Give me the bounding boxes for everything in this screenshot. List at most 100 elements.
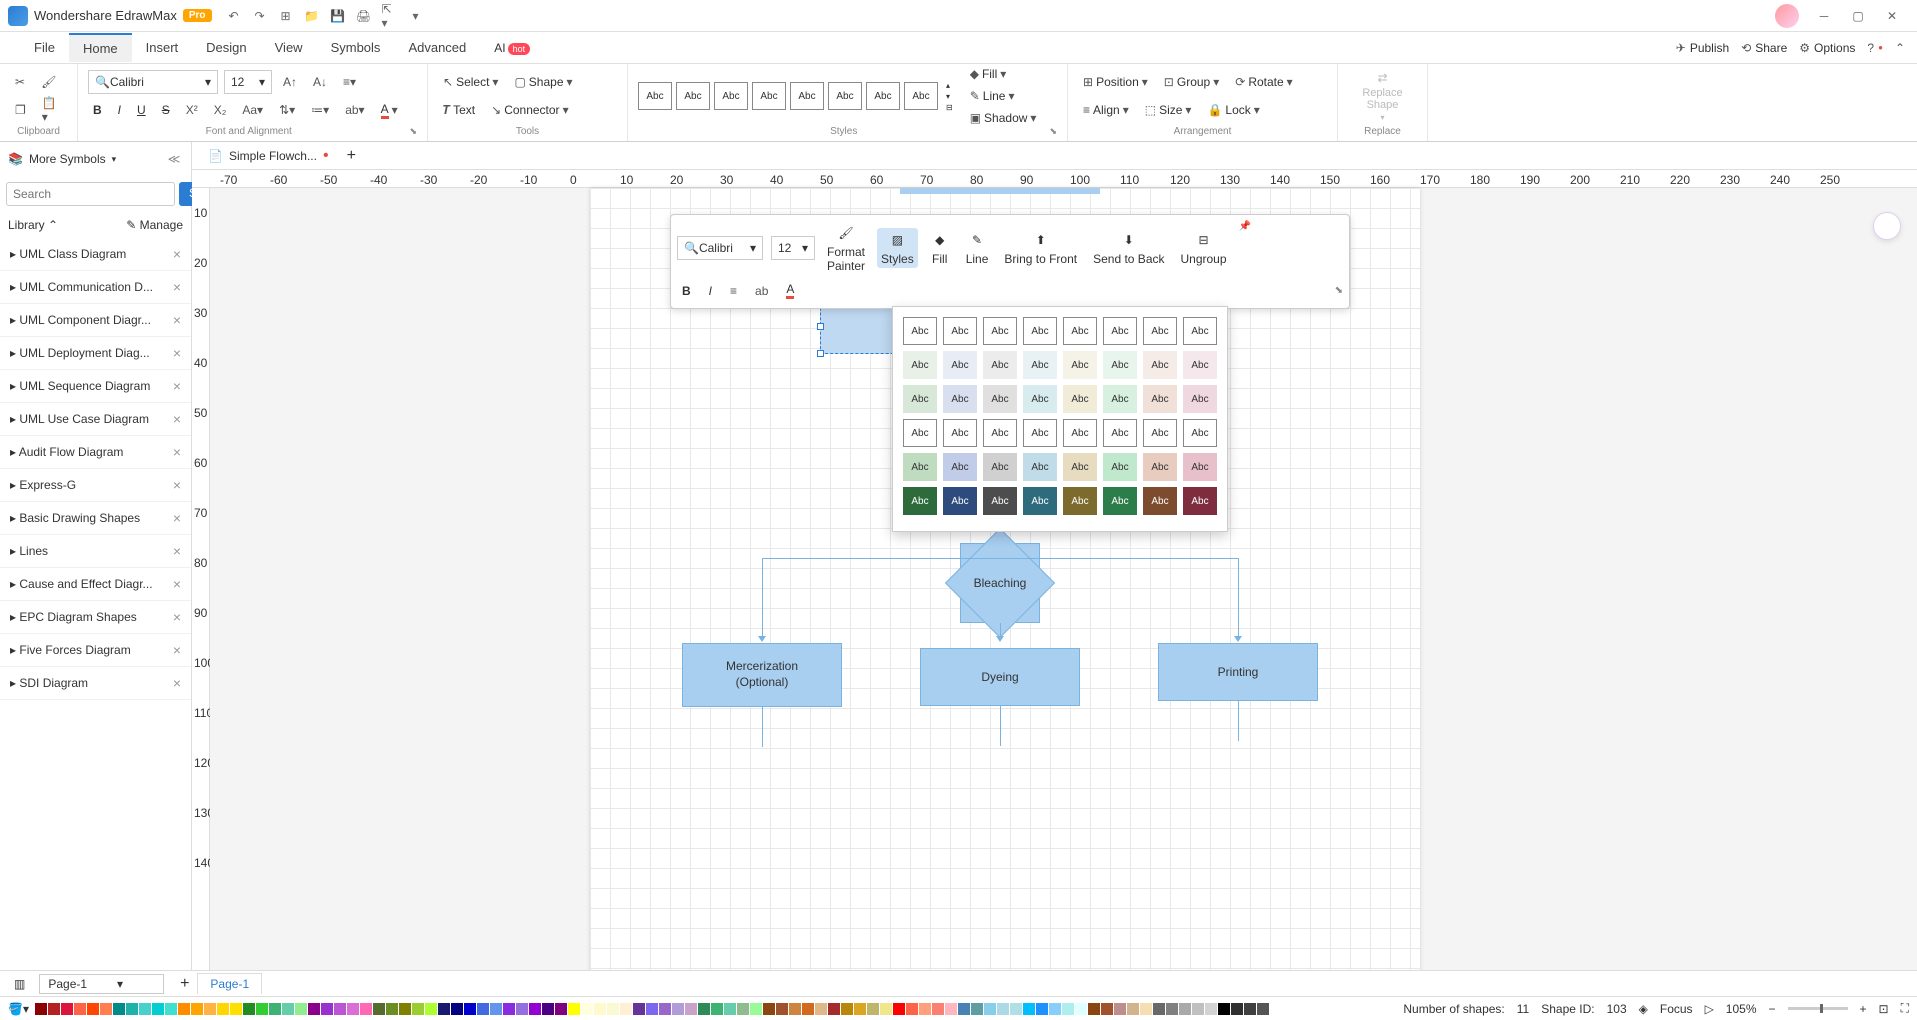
shape-dyeing[interactable]: Dyeing	[920, 648, 1080, 706]
case-icon[interactable]: Aa▾	[237, 100, 268, 120]
color-swatch[interactable]	[464, 1003, 476, 1015]
sidebar-item[interactable]: ▸ UML Communication D...×	[0, 271, 191, 304]
color-swatch[interactable]	[451, 1003, 463, 1015]
shape-mercerization[interactable]: Mercerization (Optional)	[682, 643, 842, 707]
color-swatch[interactable]	[74, 1003, 86, 1015]
fill-menu[interactable]: ◆ Fill ▾	[965, 64, 1042, 84]
color-swatch[interactable]	[984, 1003, 996, 1015]
close-library-icon[interactable]: ×	[173, 642, 181, 658]
sidebar-item[interactable]: ▸ Lines×	[0, 535, 191, 568]
color-swatch[interactable]	[815, 1003, 827, 1015]
color-swatch[interactable]	[1101, 1003, 1113, 1015]
style-option[interactable]: Abc	[903, 487, 937, 515]
undo-icon[interactable]: ↶	[226, 8, 242, 24]
color-swatch[interactable]	[1010, 1003, 1022, 1015]
color-swatch[interactable]	[568, 1003, 580, 1015]
style-option[interactable]: Abc	[1183, 453, 1217, 481]
underline-icon[interactable]: U	[132, 100, 151, 120]
close-library-icon[interactable]: ×	[173, 609, 181, 625]
style-option[interactable]: Abc	[1023, 453, 1057, 481]
color-swatch[interactable]	[295, 1003, 307, 1015]
color-swatch[interactable]	[347, 1003, 359, 1015]
color-swatch[interactable]	[48, 1003, 60, 1015]
bullets-icon[interactable]: ≔▾	[306, 100, 334, 120]
color-swatch[interactable]	[1192, 1003, 1204, 1015]
zoom-out-icon[interactable]: −	[1769, 1002, 1776, 1016]
line-spacing-icon[interactable]: ⇅▾	[274, 100, 300, 120]
size-menu[interactable]: ⬚ Size▾	[1140, 100, 1197, 120]
color-swatch[interactable]	[178, 1003, 190, 1015]
ft-pin-icon[interactable]: 📌	[1239, 221, 1251, 232]
ft-send-back[interactable]: ⬇Send to Back	[1089, 228, 1168, 268]
ft-highlight-icon[interactable]: ab	[750, 281, 773, 301]
style-option[interactable]: Abc	[1023, 385, 1057, 413]
style-option[interactable]: Abc	[983, 351, 1017, 379]
style-option[interactable]: Abc	[1023, 351, 1057, 379]
close-library-icon[interactable]: ×	[173, 444, 181, 460]
style-option[interactable]: Abc	[943, 351, 977, 379]
style-option[interactable]: Abc	[1103, 351, 1137, 379]
share-button[interactable]: ⟲ Share	[1741, 41, 1787, 55]
color-swatch[interactable]	[126, 1003, 138, 1015]
style-option[interactable]: Abc	[1143, 351, 1177, 379]
close-library-icon[interactable]: ×	[173, 378, 181, 394]
italic-icon[interactable]: I	[113, 100, 126, 120]
color-swatch[interactable]	[113, 1003, 125, 1015]
color-swatch[interactable]	[1127, 1003, 1139, 1015]
ft-format-painter[interactable]: 🖌Format Painter	[823, 221, 869, 275]
ft-font-select[interactable]: 🔍 Calibri▾	[677, 236, 763, 260]
menu-view[interactable]: View	[261, 34, 317, 61]
color-swatch[interactable]	[1062, 1003, 1074, 1015]
help-bubble-icon[interactable]	[1873, 212, 1901, 240]
close-icon[interactable]: ✕	[1875, 4, 1909, 28]
color-swatch[interactable]	[256, 1003, 268, 1015]
color-swatch[interactable]	[308, 1003, 320, 1015]
color-swatch[interactable]	[282, 1003, 294, 1015]
focus-button[interactable]: Focus	[1660, 1002, 1693, 1016]
color-swatch[interactable]	[1205, 1003, 1217, 1015]
menu-advanced[interactable]: Advanced	[394, 34, 480, 61]
close-library-icon[interactable]: ×	[173, 543, 181, 559]
canvas[interactable]: Fabric Bleaching	[210, 188, 1917, 996]
color-swatch[interactable]	[919, 1003, 931, 1015]
style-option[interactable]: Abc	[1103, 453, 1137, 481]
replace-shape-icon[interactable]: ⇄	[1377, 71, 1387, 85]
style-swatch[interactable]: Abc	[790, 82, 824, 110]
style-option[interactable]: Abc	[1143, 419, 1177, 447]
style-option[interactable]: Abc	[943, 419, 977, 447]
style-option[interactable]: Abc	[903, 419, 937, 447]
close-library-icon[interactable]: ×	[173, 345, 181, 361]
user-avatar[interactable]	[1775, 4, 1799, 28]
play-icon[interactable]: ▷	[1705, 1002, 1714, 1016]
color-swatch[interactable]	[763, 1003, 775, 1015]
highlight-icon[interactable]: ab▾	[340, 100, 369, 120]
fullscreen-icon[interactable]: ⛶	[1901, 1001, 1909, 1016]
color-swatch[interactable]	[971, 1003, 983, 1015]
style-option[interactable]: Abc	[1023, 487, 1057, 515]
align-menu-icon[interactable]: ≡▾	[338, 72, 361, 92]
color-swatch[interactable]	[789, 1003, 801, 1015]
close-library-icon[interactable]: ×	[173, 510, 181, 526]
color-swatch[interactable]	[1270, 1003, 1282, 1015]
close-library-icon[interactable]: ×	[173, 675, 181, 691]
decrease-font-icon[interactable]: A↓	[308, 72, 332, 92]
color-swatch[interactable]	[1153, 1003, 1165, 1015]
color-swatch[interactable]	[61, 1003, 73, 1015]
styles-dialog-launcher-icon[interactable]: ⬊	[1049, 126, 1057, 137]
sidebar-item[interactable]: ▸ Cause and Effect Diagr...×	[0, 568, 191, 601]
new-tab-icon[interactable]: +	[339, 143, 364, 169]
color-swatch[interactable]	[425, 1003, 437, 1015]
align-menu[interactable]: ≡ Align▾	[1078, 100, 1134, 120]
color-swatch[interactable]	[958, 1003, 970, 1015]
style-option[interactable]: Abc	[1183, 351, 1217, 379]
style-swatch[interactable]: Abc	[714, 82, 748, 110]
style-swatch[interactable]: Abc	[828, 82, 862, 110]
minimize-icon[interactable]: ─	[1807, 4, 1841, 28]
shape-bleaching[interactable]: Bleaching	[960, 543, 1040, 623]
sidebar-item[interactable]: ▸ UML Use Case Diagram×	[0, 403, 191, 436]
page-selector[interactable]: Page-1▾	[39, 974, 164, 994]
subscript-icon[interactable]: X₂	[209, 100, 232, 120]
color-swatch[interactable]	[1036, 1003, 1048, 1015]
menu-design[interactable]: Design	[192, 34, 260, 61]
search-input[interactable]	[6, 182, 175, 206]
